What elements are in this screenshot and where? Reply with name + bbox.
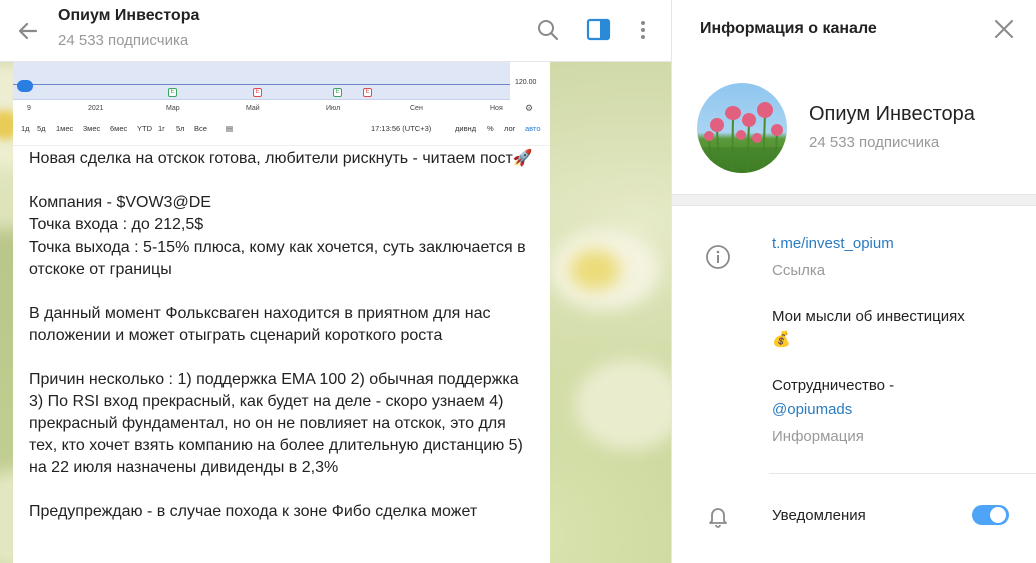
axis-label: Ноя	[490, 105, 503, 112]
toggle-knob	[990, 507, 1006, 523]
chart-toolbar: 1д 5д 1мес 3мес 6мес YTD 1г 5л Все ▤ 17:…	[13, 122, 550, 138]
channel-link[interactable]: t.me/invest_opium	[772, 235, 894, 252]
post-paragraph: Причин несколько : 1) поддержка EMA 100 …	[29, 371, 523, 476]
chart-plot-area: E E E E	[13, 62, 510, 100]
earnings-marker: E	[168, 88, 177, 97]
back-arrow-icon[interactable]	[14, 17, 42, 45]
range-label: 3мес	[83, 124, 101, 133]
chart-time: 17:13:56 (UTC+3)	[371, 124, 432, 133]
channel-description: Мои мысли об инвестициях 💰	[772, 306, 965, 350]
axis-label: 2021	[88, 105, 104, 112]
range-label: 1г	[158, 124, 165, 133]
channel-post[interactable]: E E E E 120.00 9 2021 Мар Май Июл Сен Но…	[13, 62, 550, 563]
sidebar-panel-icon[interactable]	[586, 17, 612, 43]
axis-label: 9	[27, 105, 31, 112]
axis-label: Сен	[410, 105, 423, 112]
info-header: Информация о канале	[672, 0, 1036, 62]
more-vertical-icon[interactable]	[630, 17, 656, 43]
wallpaper-flower	[575, 360, 671, 450]
calendar-icon: ▤	[226, 124, 234, 133]
money-bag-icon: 💰	[772, 330, 791, 348]
toolbar-option: %	[487, 124, 494, 133]
bell-icon	[705, 503, 731, 529]
chat-area: Опиум Инвестора 24 533 подписчика E E E …	[0, 0, 671, 563]
cooperation-label: Информация	[772, 428, 864, 445]
range-label: 5д	[37, 124, 46, 133]
avatar[interactable]	[697, 83, 787, 173]
chat-subscribers: 24 533 подписчика	[58, 32, 189, 49]
post-paragraph: Точка выхода : 5-15% плюса, кому как хоч…	[29, 239, 526, 278]
range-label: 1д	[21, 124, 30, 133]
range-label: 6мес	[110, 124, 128, 133]
range-label: YTD	[137, 124, 152, 133]
separator	[769, 473, 1036, 474]
info-title: Информация о канале	[700, 20, 877, 37]
chat-header: Опиум Инвестора 24 533 подписчика	[0, 0, 671, 62]
info-icon	[705, 244, 731, 270]
notifications-label: Уведомления	[772, 507, 866, 524]
range-label: Все	[194, 124, 207, 133]
channel-profile: Опиум Инвестора 24 533 подписчика	[672, 62, 1036, 194]
post-paragraph: Предупреждаю - в случае похода к зоне Фи…	[29, 503, 478, 520]
gear-icon: ⚙	[525, 103, 534, 113]
description-text: Мои мысли об инвестициях	[772, 308, 965, 325]
range-label: 5л	[176, 124, 185, 133]
wallpaper-flower	[570, 250, 620, 290]
channel-name: Опиум Инвестора	[809, 103, 975, 125]
post-text: Новая сделка на отскок готова, любители …	[13, 148, 550, 523]
toolbar-option: дивнд	[455, 124, 477, 133]
earnings-marker: E	[363, 88, 372, 97]
channel-link-label: Ссылка	[772, 262, 826, 279]
chart-line	[13, 84, 510, 85]
cooperation-text: Сотрудничество -	[772, 377, 895, 394]
search-icon[interactable]	[535, 17, 561, 43]
toolbar-option: лог	[504, 124, 516, 133]
chart-logo-icon	[17, 80, 33, 92]
axis-label: Май	[246, 105, 260, 112]
toolbar-option: авто	[525, 124, 541, 133]
section-divider	[672, 194, 1036, 206]
chart-image[interactable]: E E E E 120.00 9 2021 Мар Май Июл Сен Но…	[13, 62, 550, 146]
earnings-marker: E	[253, 88, 262, 97]
notifications-toggle[interactable]	[972, 505, 1009, 525]
post-paragraph: Новая сделка на отскок готова, любители …	[29, 150, 533, 167]
chart-price-label: 120.00	[515, 79, 537, 86]
post-paragraph: В данный момент Фольксваген находится в …	[29, 305, 491, 344]
range-label: 1мес	[56, 124, 74, 133]
channel-info-panel: Информация о канале Опиум Инвестора 24 5…	[671, 0, 1036, 563]
axis-label: Июл	[326, 105, 341, 112]
post-line: Точка входа : до 212,5$	[29, 216, 204, 233]
post-line: Компания - $VOW3@DE	[29, 194, 211, 211]
close-icon[interactable]	[992, 17, 1016, 41]
earnings-marker: E	[333, 88, 342, 97]
axis-label: Мар	[166, 105, 180, 112]
chart-time-axis: 9 2021 Мар Май Июл Сен Ноя	[13, 103, 510, 115]
chat-title[interactable]: Опиум Инвестора	[58, 7, 199, 25]
channel-subscribers: 24 533 подписчика	[809, 134, 940, 151]
cooperation-link[interactable]: @opiumads	[772, 401, 852, 418]
